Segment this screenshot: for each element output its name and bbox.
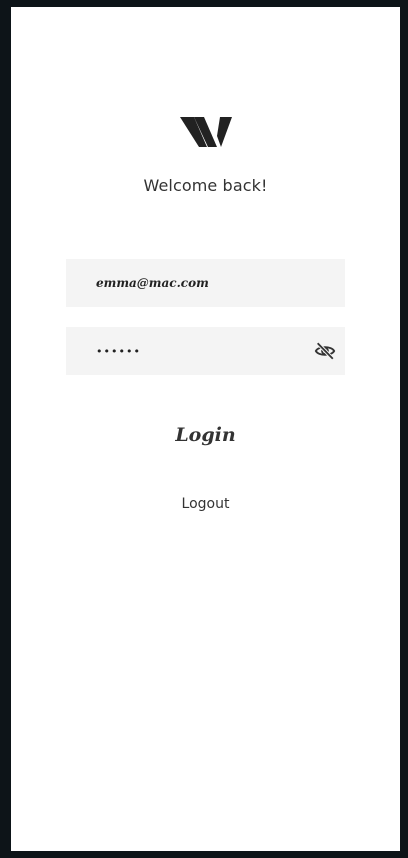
eye-slash-icon[interactable] <box>314 340 336 362</box>
email-input[interactable] <box>96 259 296 307</box>
login-button[interactable]: Login <box>11 424 400 446</box>
password-field[interactable] <box>66 327 345 375</box>
logout-button[interactable]: Logout <box>11 496 400 512</box>
w-logo-icon <box>180 117 232 147</box>
login-screen: Welcome back! Login Logout <box>11 7 400 851</box>
welcome-heading: Welcome back! <box>143 176 268 195</box>
email-field[interactable] <box>66 259 345 307</box>
password-input[interactable] <box>96 327 276 375</box>
